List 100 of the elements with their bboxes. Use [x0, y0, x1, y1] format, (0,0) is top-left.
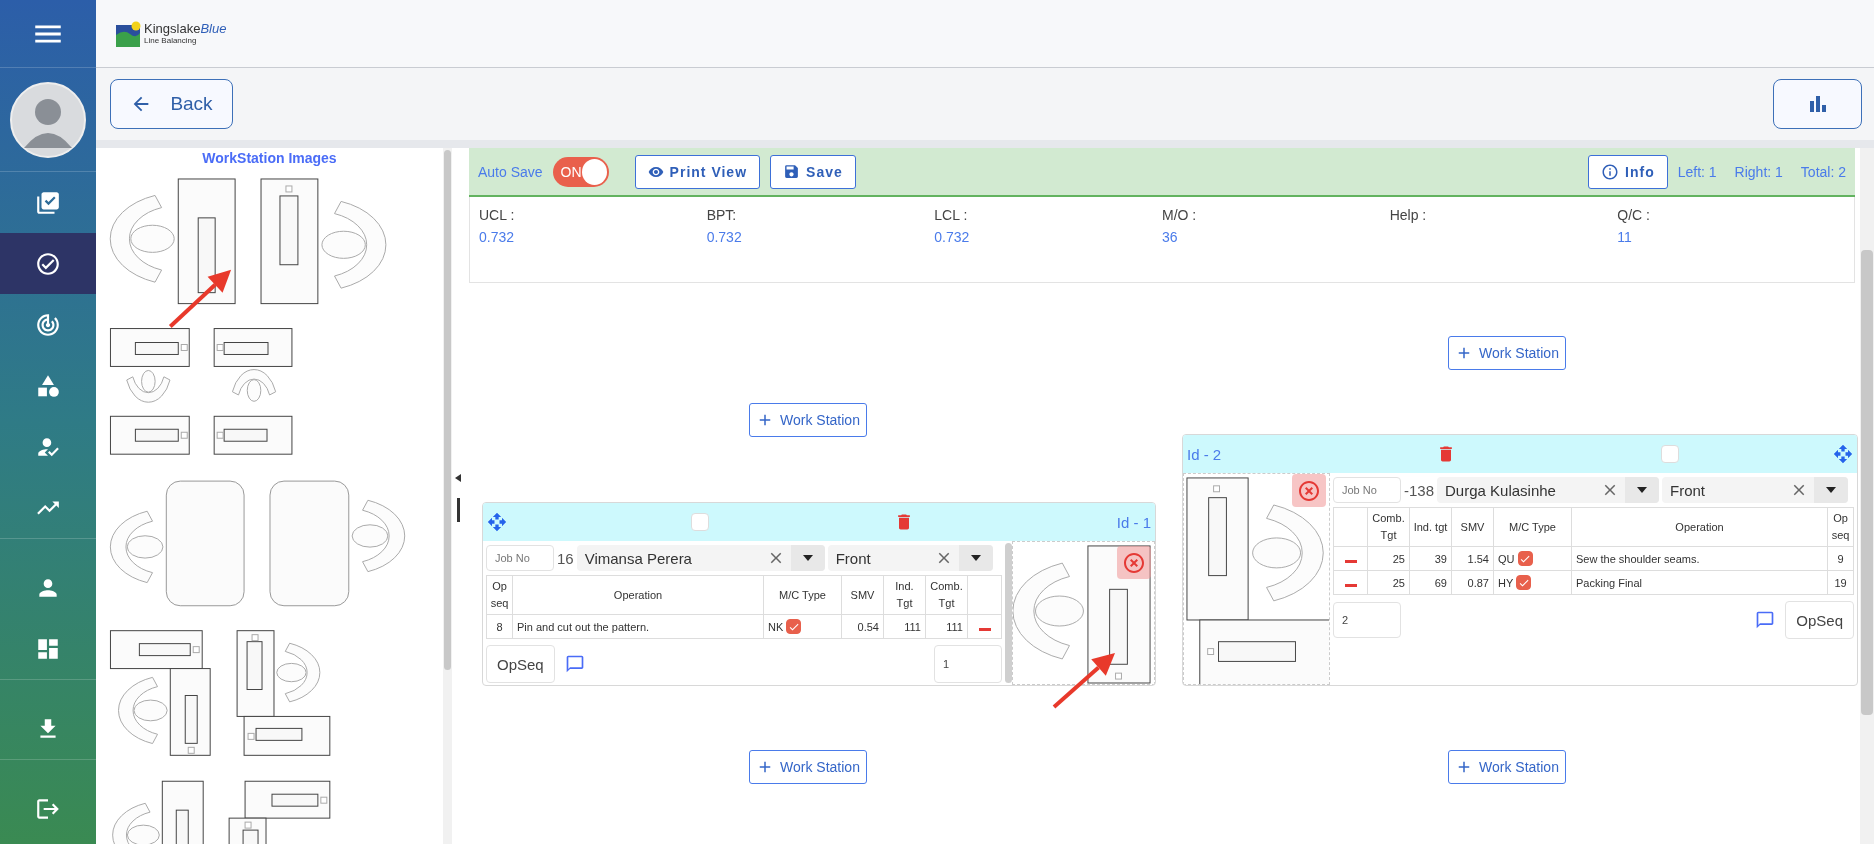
count-label: Total: 2	[1800, 163, 1846, 180]
column-header: Ind. Tgt	[883, 575, 926, 615]
caret-icon	[970, 555, 981, 561]
job-number: -138	[1404, 481, 1435, 499]
save-button[interactable]: Save	[770, 154, 856, 189]
caret-icon	[1826, 487, 1837, 493]
workstation-id: Id - 1	[1116, 513, 1151, 531]
add-workstation-button[interactable]: Work Station	[1448, 336, 1566, 370]
checklist-icon	[35, 189, 61, 216]
auto-save-label: Auto Save	[478, 163, 543, 180]
metric-label: Help :	[1389, 207, 1427, 223]
nav-item[interactable]	[0, 233, 96, 294]
add-workstation-button[interactable]: Work Station	[1448, 750, 1566, 784]
comment-icon[interactable]	[1755, 610, 1776, 630]
minus-icon	[978, 627, 991, 631]
opseq-button[interactable]: OpSeq	[1785, 601, 1854, 639]
dropdown-button[interactable]	[1625, 477, 1660, 503]
metric-label: BPT:	[706, 207, 737, 223]
metric-value: 0.732	[934, 229, 970, 245]
count-field[interactable]: 2	[1333, 602, 1401, 638]
auto-save-toggle[interactable]: ON	[552, 156, 609, 187]
job-number-field[interactable]: Job No	[486, 545, 554, 571]
annotation-arrow	[1052, 653, 1115, 709]
metric-label: LCL :	[934, 207, 968, 223]
scrollbar[interactable]	[1861, 250, 1873, 715]
workstation-drawing[interactable]	[1013, 545, 1151, 684]
avatar[interactable]	[10, 81, 86, 158]
dropdown-button[interactable]	[1814, 477, 1849, 503]
table-cell: 19	[1834, 576, 1847, 589]
table-cell: Sew the shoulder seams.	[1576, 552, 1700, 565]
back-button[interactable]: Back	[110, 79, 233, 129]
count-label: Left: 1	[1677, 163, 1717, 180]
target-icon	[35, 311, 61, 338]
table-cell: 0.54	[857, 620, 879, 633]
workstation-drawing[interactable]	[112, 780, 331, 844]
opseq-button[interactable]: OpSeq	[486, 645, 555, 683]
scrollbar[interactable]	[444, 150, 451, 670]
close-button[interactable]	[1292, 474, 1326, 507]
brand-name: Kingslake	[144, 20, 201, 36]
logo-icon	[116, 20, 142, 47]
column-header: Operation	[512, 575, 764, 615]
column-header: Comb. Tgt	[925, 575, 968, 615]
move-icon[interactable]	[1833, 444, 1853, 464]
workstation-drawing[interactable]	[1186, 477, 1329, 684]
add-workstation-button[interactable]: Work Station	[749, 403, 867, 437]
minus-icon	[1344, 559, 1357, 563]
checkbox[interactable]	[1516, 575, 1532, 590]
comment-icon[interactable]	[564, 654, 585, 674]
metric-value: 0.732	[706, 229, 742, 245]
column-header: Op seq	[1827, 507, 1854, 547]
move-icon[interactable]	[487, 512, 507, 532]
table-cell: 25	[1392, 576, 1405, 589]
annotation-arrow	[168, 269, 232, 328]
metric-value: 11	[1617, 229, 1632, 245]
dropdown-button[interactable]	[958, 545, 993, 571]
column-header: M/C Type	[763, 575, 842, 615]
metric-label: Q/C :	[1617, 207, 1650, 223]
job-number-field[interactable]: Job No	[1333, 477, 1401, 503]
workstation-id: Id - 2	[1187, 445, 1222, 463]
metric-value: 0.732	[479, 229, 515, 245]
close-icon	[1122, 550, 1146, 575]
caret-icon	[1637, 487, 1648, 493]
workstation-drawing[interactable]	[109, 178, 387, 305]
save-icon	[783, 163, 801, 180]
table-cell: QU	[1498, 552, 1515, 565]
checkbox[interactable]	[1517, 551, 1533, 566]
count-field[interactable]: 1	[934, 645, 1002, 683]
job-number: 16	[557, 549, 574, 567]
operator-select[interactable]: Vimansa Perera	[576, 545, 825, 571]
metric-label: UCL :	[479, 207, 515, 223]
position-select[interactable]: Front	[1662, 477, 1849, 503]
position-select[interactable]: Front	[827, 545, 993, 571]
table-cell: 25	[1392, 552, 1405, 565]
workstation-drawing[interactable]	[109, 630, 331, 756]
column-header: Comb. Tgt	[1367, 507, 1410, 547]
table-cell: Pin and cut out the pattern.	[517, 620, 650, 633]
table-cell: 0.87	[1467, 576, 1489, 589]
collapse-icon[interactable]	[455, 474, 461, 482]
count-label: Right: 1	[1734, 163, 1783, 180]
table-cell: Packing Final	[1576, 576, 1643, 589]
table-cell: 69	[1434, 576, 1447, 589]
chart-button[interactable]	[1773, 79, 1862, 129]
table-cell: 111	[904, 620, 921, 633]
close-button[interactable]	[1117, 546, 1151, 579]
print-view-button[interactable]: Print View	[634, 154, 761, 189]
minus-icon	[1344, 583, 1357, 587]
scrollbar[interactable]	[1005, 543, 1012, 683]
drag-handle[interactable]	[456, 498, 460, 522]
column-header: SMV	[1451, 507, 1494, 547]
add-workstation-button[interactable]: Work Station	[749, 750, 867, 784]
close-icon	[1297, 478, 1321, 503]
workstation-drawing[interactable]	[109, 328, 293, 455]
checkbox[interactable]	[786, 619, 802, 634]
info-button[interactable]: Info	[1588, 154, 1668, 189]
operator-select[interactable]: Durga Kulasinhe	[1437, 477, 1660, 503]
table-cell: 111	[946, 620, 963, 633]
info-icon	[1601, 162, 1620, 181]
brand-subtitle: Line Balancing	[144, 35, 197, 45]
dropdown-button[interactable]	[790, 545, 825, 571]
panel-title: WorkStation Images	[201, 149, 338, 168]
